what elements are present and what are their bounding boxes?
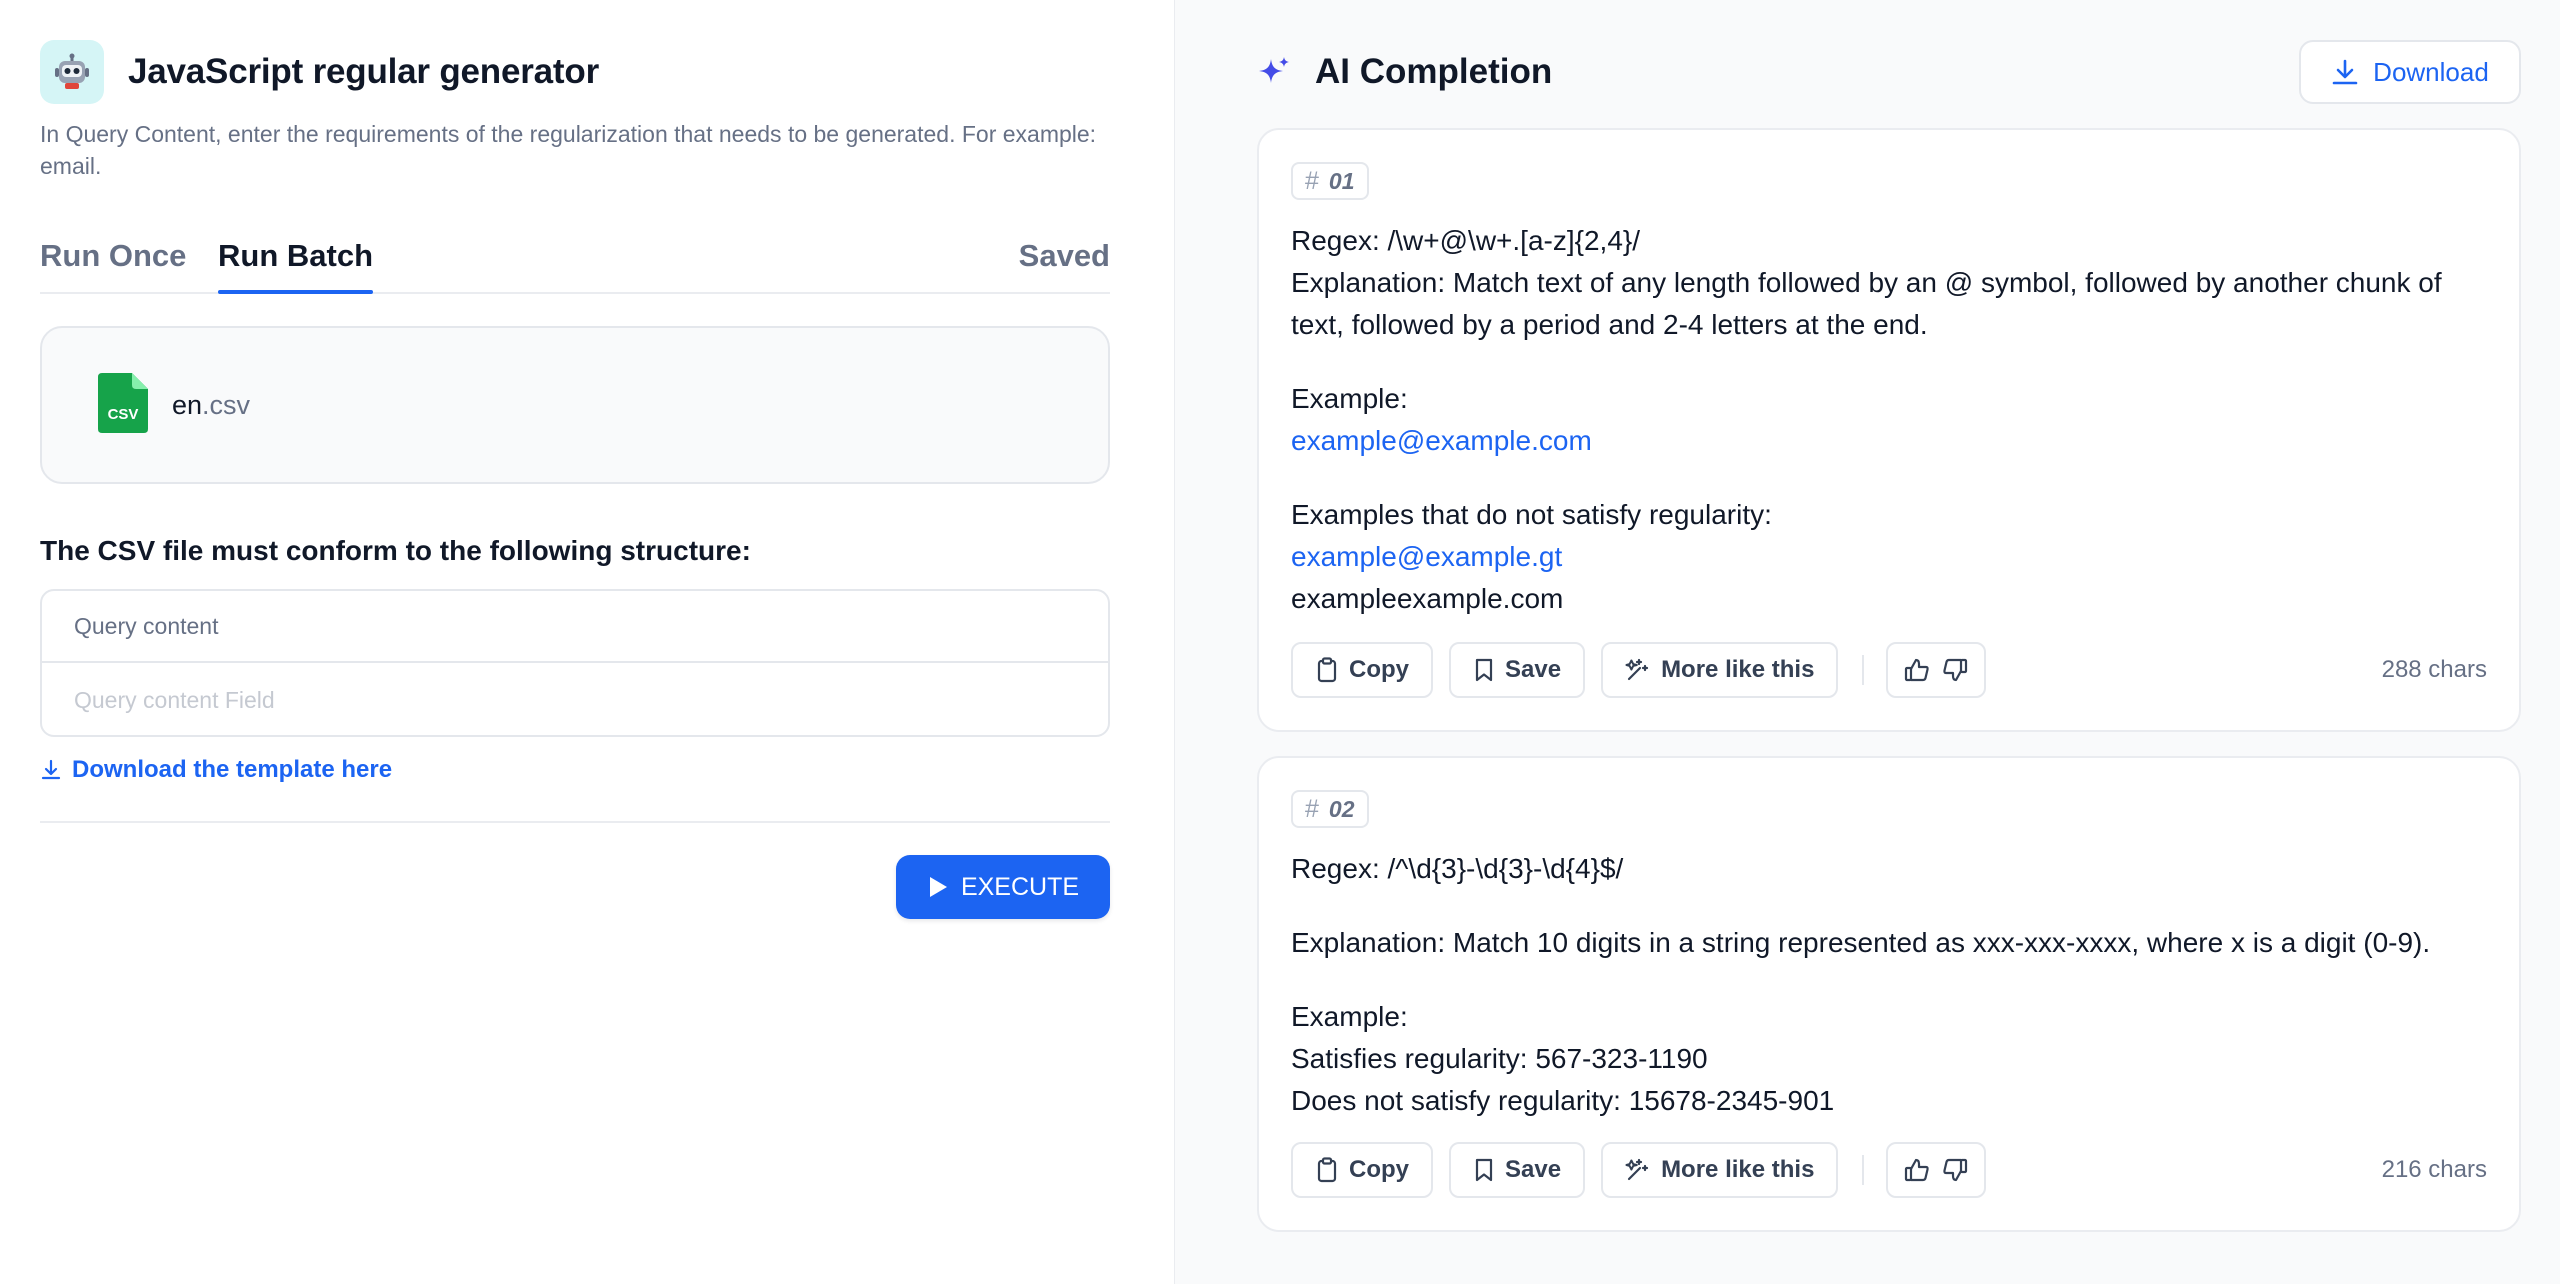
- app-description: In Query Content, enter the requirements…: [40, 121, 1097, 179]
- bookmark-icon: [1475, 1158, 1493, 1182]
- thumbs-up-icon[interactable]: [1898, 650, 1936, 690]
- tab-saved[interactable]: Saved: [1019, 238, 1110, 274]
- result-content: Regex: /\w+@\w+.[a-z]{2,4}/ Explanation:…: [1291, 220, 2501, 620]
- char-count: 288 chars: [2381, 656, 2487, 683]
- csv-structure-table: Query content Query content Field: [40, 589, 1110, 737]
- bookmark-icon: [1475, 658, 1493, 682]
- csv-structure-note: The CSV file must conform to the followi…: [40, 535, 751, 566]
- nonmatch-text: exampleexample.com: [1291, 583, 1564, 614]
- thumbs-up-icon[interactable]: [1898, 1150, 1936, 1190]
- feedback-group: [1886, 642, 1987, 698]
- example-email-link[interactable]: example@example.com: [1291, 420, 2501, 462]
- satisfies-line: Satisfies regularity: 567-323-1190: [1291, 1043, 1708, 1074]
- more-like-this-button[interactable]: More like this: [1601, 1142, 1839, 1198]
- csv-file-icon: CSV: [98, 372, 148, 438]
- action-separator: [1862, 655, 1865, 685]
- save-button[interactable]: Save: [1449, 1142, 1586, 1198]
- tab-run-batch[interactable]: Run Batch: [218, 238, 373, 294]
- result-content: Regex: /^\d{3}-\d{3}-\d{4}$/ Explanation…: [1291, 848, 2501, 1122]
- result-index-badge: # 01: [1291, 162, 1369, 200]
- app-title: JavaScript regular generator: [128, 52, 599, 91]
- structure-header: Query content: [42, 591, 1108, 663]
- example-heading: Example:: [1291, 1001, 1408, 1032]
- action-separator: [1862, 1155, 1865, 1185]
- download-results-button[interactable]: Download: [2299, 40, 2521, 104]
- thumbs-down-icon[interactable]: [1936, 650, 1974, 690]
- clipboard-icon: [1317, 657, 1337, 683]
- hash-icon: #: [1305, 794, 1319, 823]
- download-icon: [41, 759, 61, 780]
- magic-wand-icon: [1625, 658, 1649, 681]
- robot-icon: [40, 40, 104, 104]
- app-header: JavaScript regular generator: [40, 40, 599, 104]
- svg-text:CSV: CSV: [108, 406, 139, 423]
- completion-title: AI Completion: [1315, 52, 1553, 91]
- example-heading: Example:: [1291, 383, 1408, 414]
- clipboard-icon: [1317, 1157, 1337, 1183]
- play-icon: [929, 877, 947, 897]
- regex-line: Regex: /\w+@\w+.[a-z]{2,4}/: [1291, 225, 1641, 256]
- not-satisfies-line: Does not satisfy regularity: 15678-2345-…: [1291, 1085, 1835, 1116]
- execute-button[interactable]: EXECUTE: [896, 855, 1110, 919]
- regex-line: Regex: /^\d{3}-\d{3}-\d{4}$/: [1291, 853, 1624, 884]
- explanation-line: Explanation: Match text of any length fo…: [1291, 267, 2442, 340]
- left-panel: JavaScript regular generator In Query Co…: [0, 0, 1174, 1284]
- sparkle-icon: [1259, 57, 1289, 83]
- copy-button[interactable]: Copy: [1291, 1142, 1433, 1198]
- divider: [40, 821, 1110, 823]
- download-icon: [2332, 59, 2358, 85]
- feedback-group: [1886, 1142, 1987, 1198]
- result-card: # 01 Regex: /\w+@\w+.[a-z]{2,4}/ Explana…: [1257, 128, 2521, 732]
- copy-button[interactable]: Copy: [1291, 642, 1433, 698]
- hash-icon: #: [1305, 166, 1319, 195]
- run-mode-tabs: Run Once Run Batch Saved: [40, 226, 1110, 294]
- save-button[interactable]: Save: [1449, 642, 1586, 698]
- nonmatch-heading: Examples that do not satisfy regularity:: [1291, 499, 1772, 530]
- result-actions: Copy Save More like this: [1291, 642, 1987, 698]
- download-template-link[interactable]: Download the template here: [40, 756, 392, 784]
- tab-run-once[interactable]: Run Once: [40, 238, 186, 274]
- result-index-badge: # 02: [1291, 790, 1369, 828]
- char-count: 216 chars: [2381, 1156, 2487, 1183]
- more-like-this-button[interactable]: More like this: [1601, 642, 1839, 698]
- completion-header: AI Completion: [1257, 52, 1552, 92]
- structure-row: Query content Field: [74, 686, 275, 713]
- result-actions: Copy Save More like this: [1291, 1142, 1987, 1198]
- explanation-line: Explanation: Match 10 digits in a string…: [1291, 927, 2431, 958]
- magic-wand-icon: [1625, 1158, 1649, 1181]
- thumbs-down-icon[interactable]: [1936, 1150, 1974, 1190]
- result-card: # 02 Regex: /^\d{3}-\d{3}-\d{4}$/ Explan…: [1257, 756, 2521, 1232]
- nonmatch-email-link[interactable]: example@example.gt: [1291, 536, 2501, 578]
- uploaded-file-box[interactable]: CSV en.csv: [40, 326, 1110, 484]
- file-name: en.csv: [172, 389, 251, 420]
- right-panel: AI Completion Download # 01 Regex: /\w+@…: [1174, 0, 2560, 1284]
